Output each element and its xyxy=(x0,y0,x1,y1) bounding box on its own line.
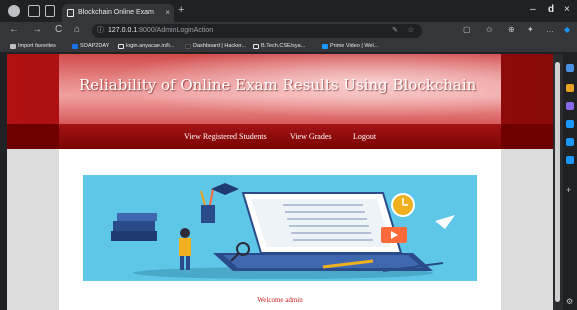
tab-strip: Blockchain Online Exam Results × + – d × xyxy=(0,0,577,34)
hacker-favicon-icon xyxy=(185,44,191,49)
edge-sidebar: + ⚙ xyxy=(563,54,577,310)
office-icon[interactable] xyxy=(566,138,574,146)
bookmark-prime-video[interactable]: Prime Video | Wel... xyxy=(322,41,378,52)
workspaces-icon[interactable] xyxy=(28,5,40,17)
tab-close-icon[interactable]: × xyxy=(165,4,170,22)
more-menu-icon[interactable]: … xyxy=(546,25,554,34)
home-button[interactable]: ⌂ xyxy=(74,24,80,35)
welcome-message: Welcome admin xyxy=(257,296,303,304)
site-navbar: View Registered Students View Grades Log… xyxy=(59,124,501,149)
settings-gear-icon[interactable]: ⚙ xyxy=(566,298,574,306)
address-bar[interactable]: ⓘ 127.0.0.1:8000/AdminLoginAction ✎ ☆ xyxy=(92,24,422,38)
browser-window: Blockchain Online Exam Results × + – d ×… xyxy=(0,0,577,310)
page-viewport: Reliability of Online Exam Results Using… xyxy=(7,54,553,310)
scrollbar-thumb[interactable] xyxy=(555,62,560,302)
site-title: Reliability of Online Exam Results Using… xyxy=(79,76,477,94)
shopping-icon[interactable] xyxy=(566,84,574,92)
forward-button[interactable]: → xyxy=(32,24,42,35)
bookmark-soap2day[interactable]: SOAP2DAY xyxy=(72,41,109,52)
collections-icon[interactable]: ⊕ xyxy=(508,25,515,34)
bookmark-login[interactable]: login.anyacae.in/li... xyxy=(118,41,174,52)
url-host: 127.0.0.1 xyxy=(108,27,138,34)
main-content: Welcome admin xyxy=(59,149,501,310)
bookmark-import-favorites[interactable]: Import favorites xyxy=(10,41,56,52)
page-icon xyxy=(118,44,124,49)
read-aloud-icon[interactable]: ✎ xyxy=(392,24,398,38)
reload-button[interactable]: C xyxy=(55,24,62,35)
site-favicon-icon xyxy=(72,44,78,49)
tools-icon[interactable] xyxy=(566,102,574,110)
nav-logout[interactable]: Logout xyxy=(353,124,376,149)
page-icon xyxy=(253,44,259,49)
folder-icon xyxy=(10,44,16,49)
split-screen-icon[interactable]: ▢ xyxy=(463,25,471,34)
favorites-icon[interactable]: ✩ xyxy=(486,25,493,34)
search-icon[interactable] xyxy=(566,64,574,72)
add-icon[interactable]: + xyxy=(566,186,574,195)
extensions-icon[interactable]: ✦ xyxy=(527,25,534,34)
browser-tab[interactable]: Blockchain Online Exam Results × xyxy=(62,4,174,34)
favorite-star-icon[interactable]: ☆ xyxy=(408,24,414,38)
online-exam-illustration xyxy=(111,183,455,279)
games-icon[interactable] xyxy=(566,120,574,128)
bookmarks-bar: Import favorites SOAP2DAY login.anyacae.… xyxy=(0,40,577,53)
site-header: Reliability of Online Exam Results Using… xyxy=(59,54,501,124)
page-scrollbar[interactable] xyxy=(553,54,563,310)
minimize-button[interactable]: – xyxy=(530,4,536,15)
profile-icon[interactable] xyxy=(8,5,20,17)
prime-video-icon xyxy=(322,44,328,49)
back-button[interactable]: ← xyxy=(9,24,19,35)
browser-toolbar: ← → C ⌂ ⓘ 127.0.0.1:8000/AdminLoginActio… xyxy=(0,22,577,40)
new-tab-button[interactable]: + xyxy=(178,4,184,16)
maximize-button[interactable]: d xyxy=(548,4,554,15)
banner-illustration xyxy=(83,175,477,281)
copilot-icon[interactable]: ◆ xyxy=(564,25,570,34)
page-favicon-icon xyxy=(67,9,74,17)
bookmark-btech[interactable]: B.Tech.CSE/sya... xyxy=(253,41,305,52)
site-info-icon[interactable]: ⓘ xyxy=(97,24,104,38)
nav-view-registered-students[interactable]: View Registered Students xyxy=(184,124,267,149)
outlook-icon[interactable] xyxy=(566,156,574,164)
close-window-button[interactable]: × xyxy=(564,4,570,15)
nav-view-grades[interactable]: View Grades xyxy=(290,124,332,149)
url-path: :8000/AdminLoginAction xyxy=(137,27,214,34)
bookmark-hacker-dashboard[interactable]: Dashboard | Hacker... xyxy=(185,41,246,52)
tab-actions-icon[interactable] xyxy=(45,5,55,17)
